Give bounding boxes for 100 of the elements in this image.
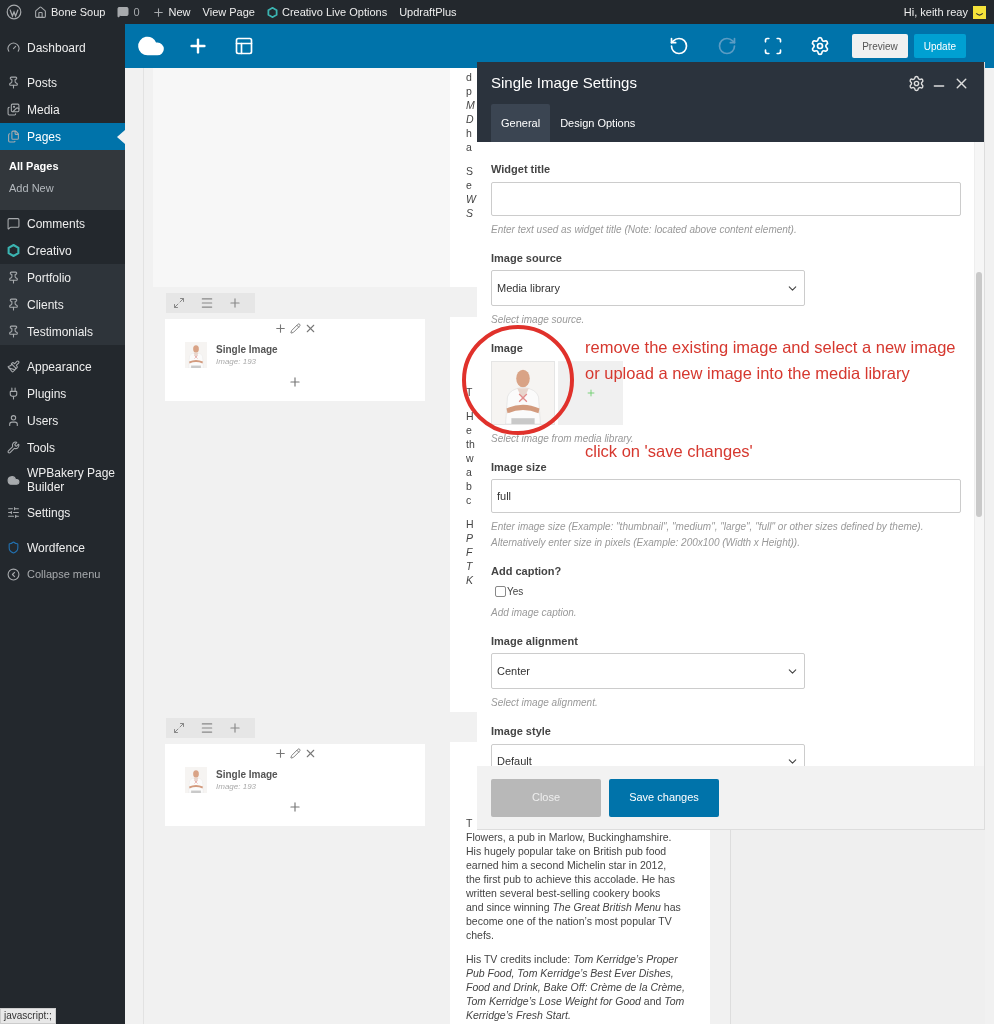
text-line: e (466, 178, 472, 192)
help-text: Select image alignment. (491, 696, 599, 710)
element-card[interactable]: Single Image Image: 193 (165, 744, 425, 826)
user-icon (7, 414, 20, 427)
text-line: T (466, 559, 473, 573)
tab[interactable]: Design Options (550, 104, 646, 142)
sidebar-item[interactable]: Portfolio (0, 264, 125, 291)
status-tooltip: javascript:; (0, 1008, 56, 1024)
greeting[interactable]: Hi, keith reay (903, 3, 968, 21)
text-line: D (466, 112, 474, 126)
admin-bar-item[interactable]: 0 (117, 3, 140, 21)
admin-bar-item[interactable]: Creativo Live Options (266, 3, 388, 21)
scrollbar[interactable] (974, 142, 984, 766)
text-field[interactable]: full (491, 479, 961, 513)
text-line: h (466, 126, 472, 140)
hexagon-ring-icon (266, 6, 278, 18)
expand-icon[interactable] (173, 297, 185, 309)
text-line: W (466, 192, 476, 206)
wordpress-logo-icon[interactable] (6, 4, 22, 20)
settings-icon[interactable] (810, 36, 831, 56)
add-icon[interactable] (288, 800, 302, 814)
text-line: Food and Drink, Bake Off: Crème de la Crème, (466, 980, 685, 994)
text-line: Pub Food, Tom Kerridge’s Best Ever Dishes, (466, 966, 674, 980)
text-line: His TV credits include: Tom Kerridge’s Proper (466, 952, 678, 966)
plus-icon (585, 387, 596, 398)
collapse-menu[interactable]: Collapse menu (0, 561, 125, 588)
submenu-item[interactable]: All Pages (0, 155, 125, 177)
edit-icon[interactable] (289, 323, 301, 334)
text-line: H (466, 409, 474, 423)
dialog-title: Single Image Settings (491, 72, 637, 93)
text-line: and since winning The Great British Menu has (466, 900, 681, 914)
select-field[interactable]: Media library (491, 270, 805, 306)
collapse-icon (7, 568, 20, 581)
layout-icon[interactable] (234, 36, 254, 56)
annotation-text: remove the existing image and select a new image or upload a new image into the media library (585, 337, 957, 384)
home-icon (34, 5, 47, 19)
paintbrush-icon (7, 360, 20, 373)
text-line: M (466, 98, 475, 112)
image-thumbnail[interactable] (491, 360, 555, 425)
avatar-icon[interactable] (973, 5, 986, 19)
text-line: a (466, 140, 472, 154)
field-label: Widget title (491, 162, 551, 177)
pin-icon (7, 271, 20, 284)
plus-icon (151, 5, 165, 19)
help-text: Enter image size (Example: "thumbnail", "medium", "large", "full" or other sizes defined by theme). Alternatively enter size in pixels (Example: 200x100 (Width x Height)). (491, 520, 925, 550)
pin-icon (7, 76, 20, 89)
element-subtitle: Image: 193 (216, 781, 258, 792)
element-card[interactable]: Single Image Image: 193 (165, 319, 425, 401)
tab[interactable]: General (491, 104, 551, 142)
select-field[interactable]: Default (491, 743, 805, 766)
admin-bar-item[interactable]: Bone Soup (34, 3, 106, 21)
select-field[interactable]: Center (491, 653, 805, 689)
checkbox-label[interactable]: Yes (507, 583, 524, 599)
wrench-icon (7, 441, 20, 454)
edit-icon[interactable] (289, 748, 301, 759)
admin-bar-item[interactable]: UpdraftPlus (399, 3, 457, 21)
preview-button[interactable]: Preview (852, 34, 908, 58)
element-subtitle: Image: 193 (216, 356, 258, 367)
text-line: c (466, 493, 472, 507)
text-line: b (466, 479, 472, 493)
undo-icon[interactable] (669, 36, 690, 56)
comment-icon (7, 217, 20, 230)
sidebar-item[interactable]: Clients (0, 291, 125, 318)
text-line: the first pub to achieve this accolade. He has (466, 872, 675, 886)
admin-bar-item[interactable]: New (151, 3, 191, 21)
text-line: T (466, 816, 473, 830)
text-line: K (466, 573, 473, 587)
text-line: e (466, 423, 472, 437)
text-line: d (466, 70, 472, 84)
help-text: Select image source. (491, 313, 586, 327)
text-field[interactable] (491, 181, 961, 216)
checkbox[interactable] (495, 585, 506, 597)
field-label: Image (491, 341, 523, 356)
sidebar-item[interactable]: Testimonials (0, 318, 125, 345)
field-label: Image alignment (491, 633, 578, 649)
add-icon[interactable] (273, 747, 287, 760)
add-icon[interactable] (273, 322, 287, 335)
field-label: Add caption? (491, 564, 562, 579)
expand-icon[interactable] (173, 722, 185, 734)
fullscreen-icon[interactable] (763, 36, 784, 56)
gauge-icon (7, 41, 20, 54)
sidebar-item[interactable]: Pages (0, 123, 125, 150)
save-changes-button[interactable]: Save changes (609, 778, 719, 817)
text-line: His hugely popular take on British pub food (466, 844, 667, 858)
element-title: Single Image (216, 343, 278, 356)
plug-icon (7, 387, 20, 400)
field-label: Image style (491, 724, 551, 739)
add-icon[interactable] (288, 375, 302, 389)
text-line: a (466, 465, 472, 479)
pages-icon (7, 130, 20, 143)
text-line: S (466, 206, 473, 220)
pin-icon (7, 325, 20, 338)
sliders-icon (7, 506, 20, 519)
text-line: Kerridge’s Fresh Start. (466, 1008, 571, 1022)
pin-icon (7, 298, 20, 311)
hexagon-ring-icon (7, 244, 20, 257)
text-line: S (466, 164, 473, 178)
settings-icon[interactable] (908, 74, 925, 92)
submenu-item[interactable]: Add New (0, 177, 125, 199)
admin-bar-item[interactable]: View Page (202, 3, 255, 21)
